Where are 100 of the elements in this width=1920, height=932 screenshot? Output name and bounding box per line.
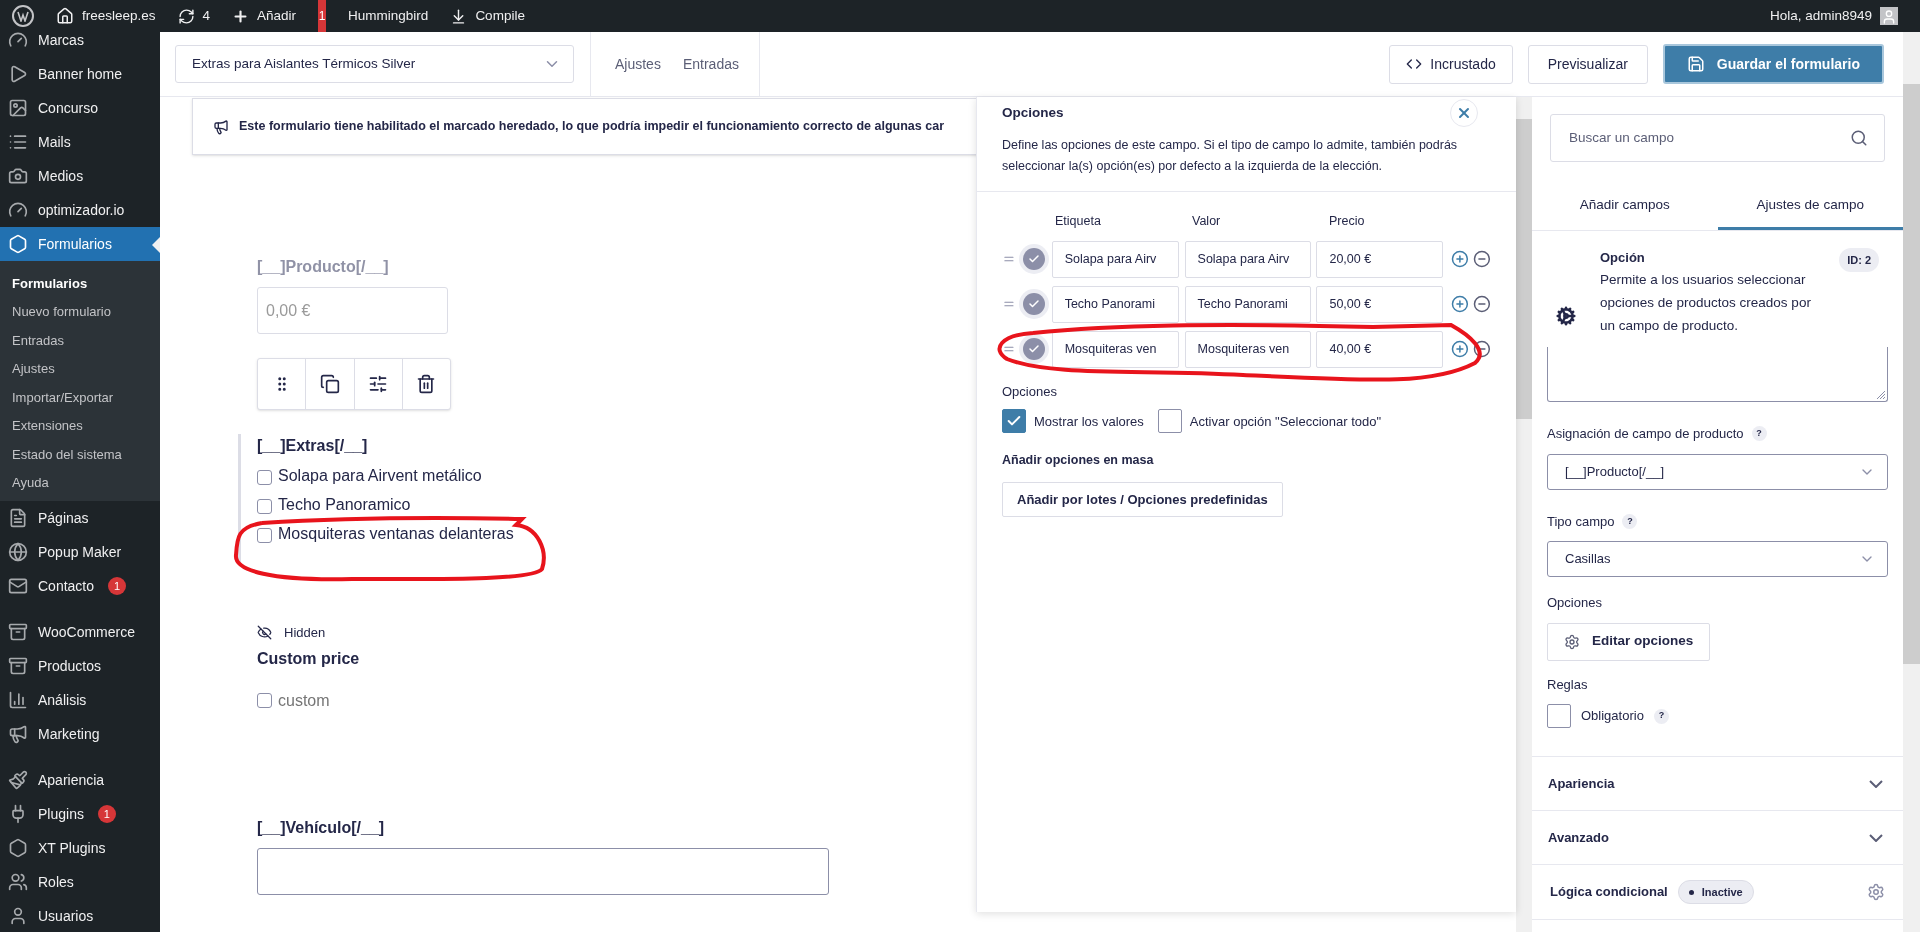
menu-icon	[8, 656, 28, 676]
submenu-item[interactable]: Formularios	[0, 269, 160, 298]
form-select[interactable]: Extras para Aislantes Térmicos Silver	[175, 45, 574, 83]
field-label: [__]Extras[/__]	[257, 436, 368, 456]
home-icon	[56, 7, 74, 25]
submenu-item[interactable]: Estado del sistema	[0, 440, 160, 469]
remove-icon[interactable]	[1473, 340, 1491, 359]
select-field[interactable]: Casillas	[1547, 541, 1888, 577]
panel-tab[interactable]: Añadir campos	[1532, 184, 1718, 230]
checkbox[interactable]	[1157, 409, 1182, 434]
label-input[interactable]: Mosquiteras ven	[1051, 330, 1179, 368]
label-input[interactable]: Solapa para Airv	[1051, 240, 1179, 278]
field-type-title: Opción	[1600, 249, 1645, 267]
default-toggle[interactable]	[1022, 338, 1045, 361]
submenu-item[interactable]: Importar/Exportar	[0, 383, 160, 412]
sidebar-item[interactable]: Plugins 1	[0, 797, 160, 831]
value-input[interactable]: Techo Panorami	[1184, 285, 1312, 323]
bulk-add-button[interactable]: Añadir por lotes / Opciones predefinidas	[1002, 482, 1283, 517]
submenu-item[interactable]: Nuevo formulario	[0, 297, 160, 326]
settings-icon[interactable]	[1867, 883, 1885, 901]
column-header: Etiqueta	[1055, 213, 1102, 230]
sidebar-item[interactable]: optimizador.io	[0, 193, 160, 227]
compile-link[interactable]: Compile	[450, 5, 525, 27]
add-icon[interactable]	[1451, 295, 1470, 314]
value-input[interactable]: Mosquiteras ven	[1184, 330, 1312, 368]
preview-button[interactable]: Previsualizar	[1527, 44, 1648, 84]
code-icon	[1406, 56, 1423, 72]
site-link[interactable]: freesleep.es	[56, 5, 156, 27]
column-header: Valor	[1192, 213, 1222, 230]
description-textarea[interactable]	[1547, 347, 1888, 402]
menu-icon	[8, 838, 28, 858]
resize-grip-icon[interactable]	[1875, 389, 1885, 399]
hidden-label: Hidden	[284, 624, 326, 642]
page-scrollbar[interactable]	[1903, 32, 1920, 932]
save-button[interactable]: Guardar el formulario	[1662, 44, 1884, 84]
sidebar-item[interactable]: Usuarios	[0, 899, 160, 932]
select-field[interactable]: [__]Producto[/__]	[1547, 453, 1888, 490]
sidebar-item[interactable]: Popup Maker	[0, 535, 160, 569]
value-input[interactable]: Solapa para Airv	[1184, 240, 1312, 278]
setting-label: Opciones	[1547, 594, 1603, 612]
search-icon	[1850, 129, 1868, 147]
updates-link[interactable]: 4	[177, 5, 211, 27]
remove-icon[interactable]	[1473, 250, 1491, 269]
plugin-link[interactable]: Hummingbird	[348, 5, 429, 27]
sidebar-item[interactable]: Análisis	[0, 683, 160, 717]
sidebar-item[interactable]: Apariencia	[0, 763, 160, 797]
header-tab[interactable]: Ajustes	[615, 53, 661, 75]
sidebar-item[interactable]: Medios	[0, 159, 160, 193]
add-icon[interactable]	[1451, 250, 1470, 269]
sidebar-item[interactable]: XT Plugins	[0, 831, 160, 865]
embed-button[interactable]: Incrustado	[1389, 44, 1513, 84]
price-input[interactable]: 50,00 €	[1316, 285, 1444, 323]
help-icon[interactable]: ?	[1751, 426, 1767, 442]
wordpress-logo-icon[interactable]	[12, 5, 34, 27]
greeting-text[interactable]: Hola, admin8949	[1769, 5, 1872, 27]
checkbox[interactable]	[1002, 409, 1026, 434]
setting-label: Asignación de campo de producto	[1547, 425, 1744, 443]
avatar-icon[interactable]	[1880, 7, 1898, 25]
checkbox[interactable]	[257, 528, 272, 543]
sidebar-item[interactable]: Roles	[0, 865, 160, 899]
submenu-item[interactable]: Entradas	[0, 326, 160, 355]
checkbox[interactable]	[257, 470, 272, 485]
conditional-logic-label: Lógica condicional	[1550, 883, 1668, 902]
text-input[interactable]	[257, 847, 829, 895]
sidebar-item[interactable]: Páginas	[0, 501, 160, 535]
field-label: [__]Vehículo[/__]	[257, 817, 385, 838]
menu-icon	[8, 622, 28, 642]
help-icon[interactable]: ?	[1622, 513, 1638, 529]
scrollbar[interactable]	[1516, 97, 1532, 932]
sidebar-item[interactable]: Marketing	[0, 717, 160, 751]
checkbox[interactable]	[1547, 704, 1571, 728]
default-toggle[interactable]	[1022, 248, 1045, 271]
header-tab[interactable]: Entradas	[682, 53, 739, 75]
remove-icon[interactable]	[1473, 295, 1491, 314]
edit-options-button[interactable]: Editar opciones	[1547, 622, 1711, 661]
search-field[interactable]: Buscar un campo	[1550, 114, 1885, 162]
add-new-link[interactable]: Añadir	[232, 5, 297, 27]
sidebar-item[interactable]: Contacto 1	[0, 569, 160, 603]
checkbox[interactable]	[257, 692, 272, 708]
gear-icon	[1564, 633, 1580, 650]
default-toggle[interactable]	[1022, 293, 1045, 316]
submenu-item[interactable]: Extensiones	[0, 411, 160, 440]
add-icon[interactable]	[1451, 340, 1470, 359]
submenu-item[interactable]: Ajustes	[0, 354, 160, 383]
alert-count[interactable]: 1	[318, 0, 327, 32]
checkbox[interactable]	[257, 499, 272, 514]
option-label: Solapa para Airvent metálico	[278, 466, 482, 486]
help-icon[interactable]: ?	[1653, 708, 1669, 724]
sidebar-item[interactable]: WooCommerce	[0, 615, 160, 649]
sidebar-item[interactable]: Concurso	[0, 91, 160, 125]
price-input[interactable]: 20,00 €	[1316, 240, 1444, 278]
label-input[interactable]: Techo Panorami	[1051, 285, 1179, 323]
sidebar-item[interactable]: Banner home	[0, 57, 160, 91]
sidebar-item[interactable]: Mails	[0, 125, 160, 159]
sidebar-item[interactable]: Marcas	[0, 32, 160, 57]
price-input[interactable]: 40,00 €	[1316, 330, 1444, 368]
option-label: Obligatorio	[1581, 707, 1644, 726]
sidebar-item[interactable]: Productos	[0, 649, 160, 683]
submenu-item[interactable]: Ayuda	[0, 468, 160, 497]
sidebar-item[interactable]: Formularios	[0, 227, 160, 261]
